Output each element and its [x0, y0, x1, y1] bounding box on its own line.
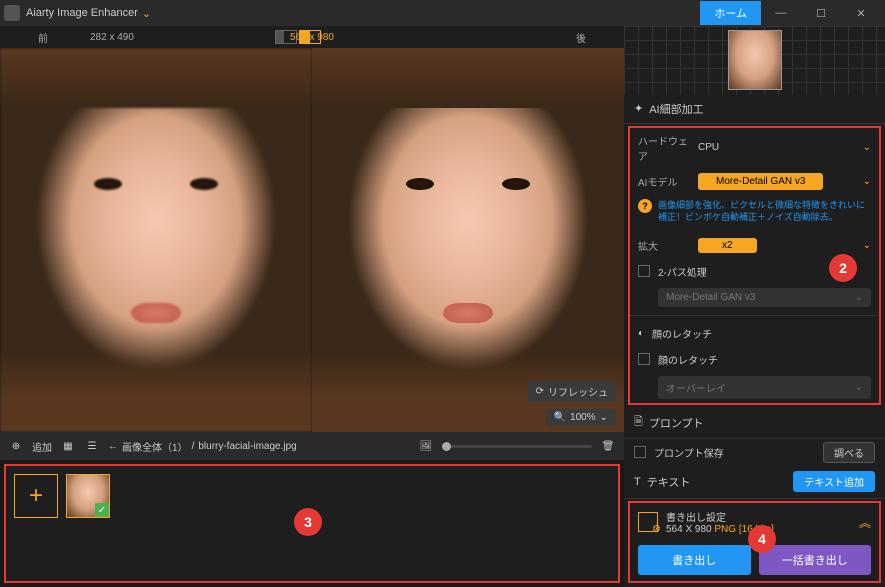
annotation-badge-4: 4 — [748, 525, 776, 553]
preview-area: ⟳ リフレッシュ 🔍 100% ⌄ — [0, 48, 624, 432]
annotation-badge-2: 2 — [829, 254, 857, 282]
hardware-row[interactable]: ハードウェア CPU ⌄ — [630, 128, 879, 168]
ai-icon: ✦ — [634, 102, 643, 115]
chevron-down-icon: ⌄ — [855, 382, 863, 393]
prompt-save-checkbox[interactable] — [634, 446, 646, 458]
hardware-value: CPU — [698, 142, 719, 153]
zoom-slider[interactable] — [442, 445, 592, 448]
overlay-select[interactable]: オーバーレイ ⌄ — [658, 376, 871, 399]
home-button[interactable]: ホーム — [700, 1, 761, 25]
footer-bar: ⊕ 追加 ▦ ☰ ← 画像全体（1） / blurry-facial-image… — [0, 432, 624, 460]
export-dims: 564 X 980 — [666, 524, 712, 535]
grid-view-icon[interactable]: ▦ — [60, 438, 76, 454]
text-section-label: テキスト — [647, 474, 691, 490]
chevron-down-icon: ⌄ — [855, 292, 863, 303]
trash-icon[interactable]: 🗑 — [600, 438, 616, 454]
face-retouch-header: ◐ 顔のレタッチ — [630, 320, 879, 346]
twopass-model-value: More-Detail GAN v3 — [666, 292, 755, 303]
help-icon[interactable]: ? — [638, 199, 652, 213]
twopass-model-row: More-Detail GAN v3 ⌄ — [630, 284, 879, 311]
minimize-button[interactable]: — — [761, 7, 801, 19]
model-desc-text: 画像細部を強化、ピクセルと微細な特徴をきれいに補正！ピンボケ自動補正＋ノイズ自動… — [658, 200, 865, 223]
breadcrumb-sep: / — [192, 441, 195, 452]
refresh-label: リフレッシュ — [548, 384, 608, 399]
chevron-down-icon: ⌄ — [863, 176, 871, 187]
breadcrumb-filename: blurry-facial-image.jpg — [198, 441, 296, 452]
face-icon: ◐ — [638, 328, 644, 339]
batch-export-button[interactable]: 一括書き出し — [759, 545, 872, 575]
scale-label: 拡大 — [638, 238, 690, 253]
refresh-icon: ⟳ — [536, 386, 544, 397]
prompt-section-label: プロンプト — [649, 415, 704, 431]
refresh-button[interactable]: ⟳ リフレッシュ — [528, 381, 616, 402]
model-value: More-Detail GAN v3 — [698, 173, 823, 190]
breadcrumb: ← 画像全体（1） / blurry-facial-image.jpg — [108, 439, 297, 454]
model-description: ? 画像細部を強化、ピクセルと微細な特徴をきれいに補正！ピンボケ自動補正＋ノイズ… — [630, 195, 879, 232]
prompt-save-row: プロンプト保存 調べる — [624, 439, 885, 465]
before-label: 前 — [38, 30, 48, 45]
ai-detail-section-header[interactable]: ✦ AI細部加工 — [624, 95, 885, 124]
breadcrumb-back-icon[interactable]: ← — [108, 441, 118, 452]
add-image-button[interactable]: + — [14, 474, 58, 518]
text-icon: T — [634, 476, 641, 488]
thumbnail-preview — [624, 26, 885, 95]
zoom-value: 100% — [570, 412, 596, 423]
add-icon[interactable]: ⊕ — [8, 438, 24, 454]
export-settings-icon[interactable] — [638, 512, 658, 532]
title-chevron-icon[interactable]: ⌄ — [142, 7, 151, 20]
dimension-bar: 前 282 x 490 564 x 980 後 — [0, 26, 624, 48]
annotation-badge-3: 3 — [294, 508, 322, 536]
app-title: Aiarty Image Enhancer — [26, 7, 138, 19]
prompt-section-header[interactable]: 🗎 プロンプト — [624, 407, 885, 439]
breadcrumb-all[interactable]: 画像全体（1） — [122, 439, 188, 454]
prompt-compare-button[interactable]: 調べる — [823, 442, 875, 463]
close-button[interactable]: ✕ — [841, 7, 881, 20]
overlay-value: オーバーレイ — [666, 380, 726, 395]
chevron-down-icon: ⌄ — [600, 412, 608, 423]
title-bar: Aiarty Image Enhancer ⌄ ホーム — ☐ ✕ — [0, 0, 885, 26]
face-retouch-row[interactable]: 顔のレタッチ — [630, 346, 879, 372]
thumbnail-preview-image — [728, 30, 782, 90]
check-icon: ✓ — [95, 503, 109, 517]
preview-after[interactable] — [312, 48, 624, 432]
image-icon[interactable]: 🖼 — [418, 438, 434, 454]
add-label[interactable]: 追加 — [32, 439, 52, 454]
after-dimensions: 564 x 980 — [290, 32, 334, 43]
thumbnail-item[interactable]: ✓ — [66, 474, 110, 518]
export-title: 書き出し設定 — [666, 509, 774, 524]
before-dimensions: 282 x 490 — [90, 32, 134, 43]
twopass-label: 2-パス処理 — [658, 264, 707, 279]
collapse-icon[interactable]: ︽ — [859, 514, 871, 531]
chevron-down-icon: ⌄ — [863, 240, 871, 251]
document-icon: 🗎 — [634, 413, 643, 432]
prompt-save-label: プロンプト保存 — [654, 445, 724, 460]
right-panel: ✦ AI細部加工 ハードウェア CPU ⌄ AIモデル More-Detail … — [624, 26, 885, 587]
search-icon: 🔍 — [554, 412, 566, 423]
zoom-control[interactable]: 🔍 100% ⌄ — [546, 409, 616, 426]
model-row[interactable]: AIモデル More-Detail GAN v3 ⌄ — [630, 168, 879, 195]
text-add-button[interactable]: テキスト追加 — [793, 471, 875, 492]
twopass-checkbox[interactable] — [638, 265, 650, 277]
after-label: 後 — [576, 30, 586, 45]
face-retouch-checkbox[interactable] — [638, 353, 650, 365]
thumbnail-strip: + ✓ 3 — [4, 464, 620, 583]
ai-section-label: AI細部加工 — [649, 101, 703, 117]
face-section-label: 顔のレタッチ — [652, 326, 712, 341]
left-pane: 前 282 x 490 564 x 980 後 ⟳ リフレッシュ 🔍 100% — [0, 26, 624, 587]
chevron-down-icon: ⌄ — [863, 142, 871, 153]
ai-settings-group: ハードウェア CPU ⌄ AIモデル More-Detail GAN v3 ⌄ … — [628, 126, 881, 405]
app-logo — [4, 5, 20, 21]
face-retouch-label: 顔のレタッチ — [658, 352, 718, 367]
twopass-model-select[interactable]: More-Detail GAN v3 ⌄ — [658, 288, 871, 307]
text-section-header: T テキスト テキスト追加 — [624, 465, 885, 499]
export-group: 書き出し設定 564 X 980 PNG [16 bits] ︽ 書き出し 一括… — [628, 501, 881, 583]
scale-value: x2 — [698, 238, 757, 253]
hardware-label: ハードウェア — [638, 133, 690, 163]
export-button[interactable]: 書き出し — [638, 545, 751, 575]
model-label: AIモデル — [638, 174, 690, 189]
preview-before[interactable] — [0, 48, 312, 432]
overlay-row: オーバーレイ ⌄ — [630, 372, 879, 403]
maximize-button[interactable]: ☐ — [801, 7, 841, 20]
list-view-icon[interactable]: ☰ — [84, 438, 100, 454]
